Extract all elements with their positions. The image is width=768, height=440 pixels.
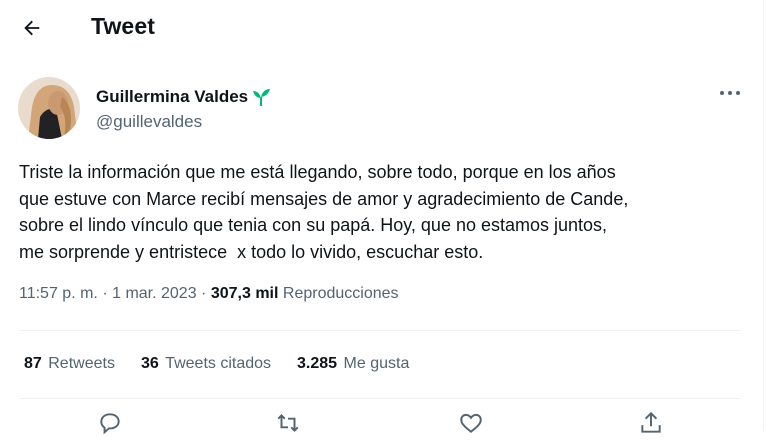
tweet-time[interactable]: 11:57 p. m.	[19, 285, 98, 302]
like-button[interactable]	[456, 410, 486, 440]
author-handle[interactable]: @guillevaldes	[96, 112, 202, 132]
retweets-stat[interactable]: 87 Retweets	[24, 355, 115, 373]
avatar[interactable]	[18, 77, 80, 139]
retweet-icon	[277, 414, 299, 432]
reply-icon	[100, 413, 120, 435]
retweets-label: Retweets	[48, 355, 115, 372]
more-dots-icon	[720, 91, 740, 95]
avatar-image	[18, 77, 80, 139]
views-label: Reproducciones	[282, 285, 399, 302]
share-button[interactable]	[636, 410, 666, 440]
arrow-left-icon	[24, 20, 40, 36]
views-count: 307,3 mil	[210, 285, 279, 302]
meta-separator: ·	[201, 285, 207, 302]
quotes-label: Tweets citados	[165, 355, 272, 372]
reply-button[interactable]	[95, 410, 125, 440]
author-name-row: Guillermina Valdes	[96, 86, 272, 108]
column-border	[763, 0, 764, 431]
top-bar: Tweet	[0, 0, 768, 56]
sprout-icon	[250, 86, 272, 108]
tweet-text-line: me sorprende y entristece x todo lo vivi…	[19, 241, 484, 262]
page-title: Tweet	[91, 13, 155, 39]
divider	[19, 330, 741, 331]
quotes-count: 36	[140, 355, 159, 372]
meta-separator: ·	[102, 285, 108, 302]
likes-label: Me gusta	[343, 355, 410, 372]
tweet-meta: 11:57 p. m. · 1 mar. 2023 · 307,3 mil Re…	[19, 285, 399, 303]
divider	[19, 398, 741, 399]
tweet-date[interactable]: 1 mar. 2023	[112, 285, 197, 302]
action-bar	[0, 410, 768, 435]
share-icon	[641, 411, 661, 433]
back-button[interactable]	[18, 14, 46, 42]
like-icon	[460, 413, 482, 433]
likes-count: 3.285	[297, 355, 338, 372]
tweet-text-line: sobre el lindo vínculo que tenia con su …	[19, 215, 608, 235]
tweet-text-line: Triste la información que me está llegan…	[19, 162, 616, 182]
likes-stat[interactable]: 3.285 Me gusta	[297, 355, 409, 373]
retweets-count: 87	[24, 355, 42, 372]
author-display-name[interactable]: Guillermina Valdes	[96, 87, 248, 107]
quotes-stat[interactable]: 36 Tweets citados	[141, 355, 271, 373]
tweet-text: Triste la información que me está llegan…	[19, 159, 749, 265]
more-options-button[interactable]	[716, 82, 744, 104]
retweet-button[interactable]	[273, 410, 303, 440]
tweet-text-line: que estuve con Marce recibí mensajes de …	[19, 188, 629, 209]
tweet-stats: 87 Retweets 36 Tweets citados 3.285 Me g…	[24, 355, 435, 373]
